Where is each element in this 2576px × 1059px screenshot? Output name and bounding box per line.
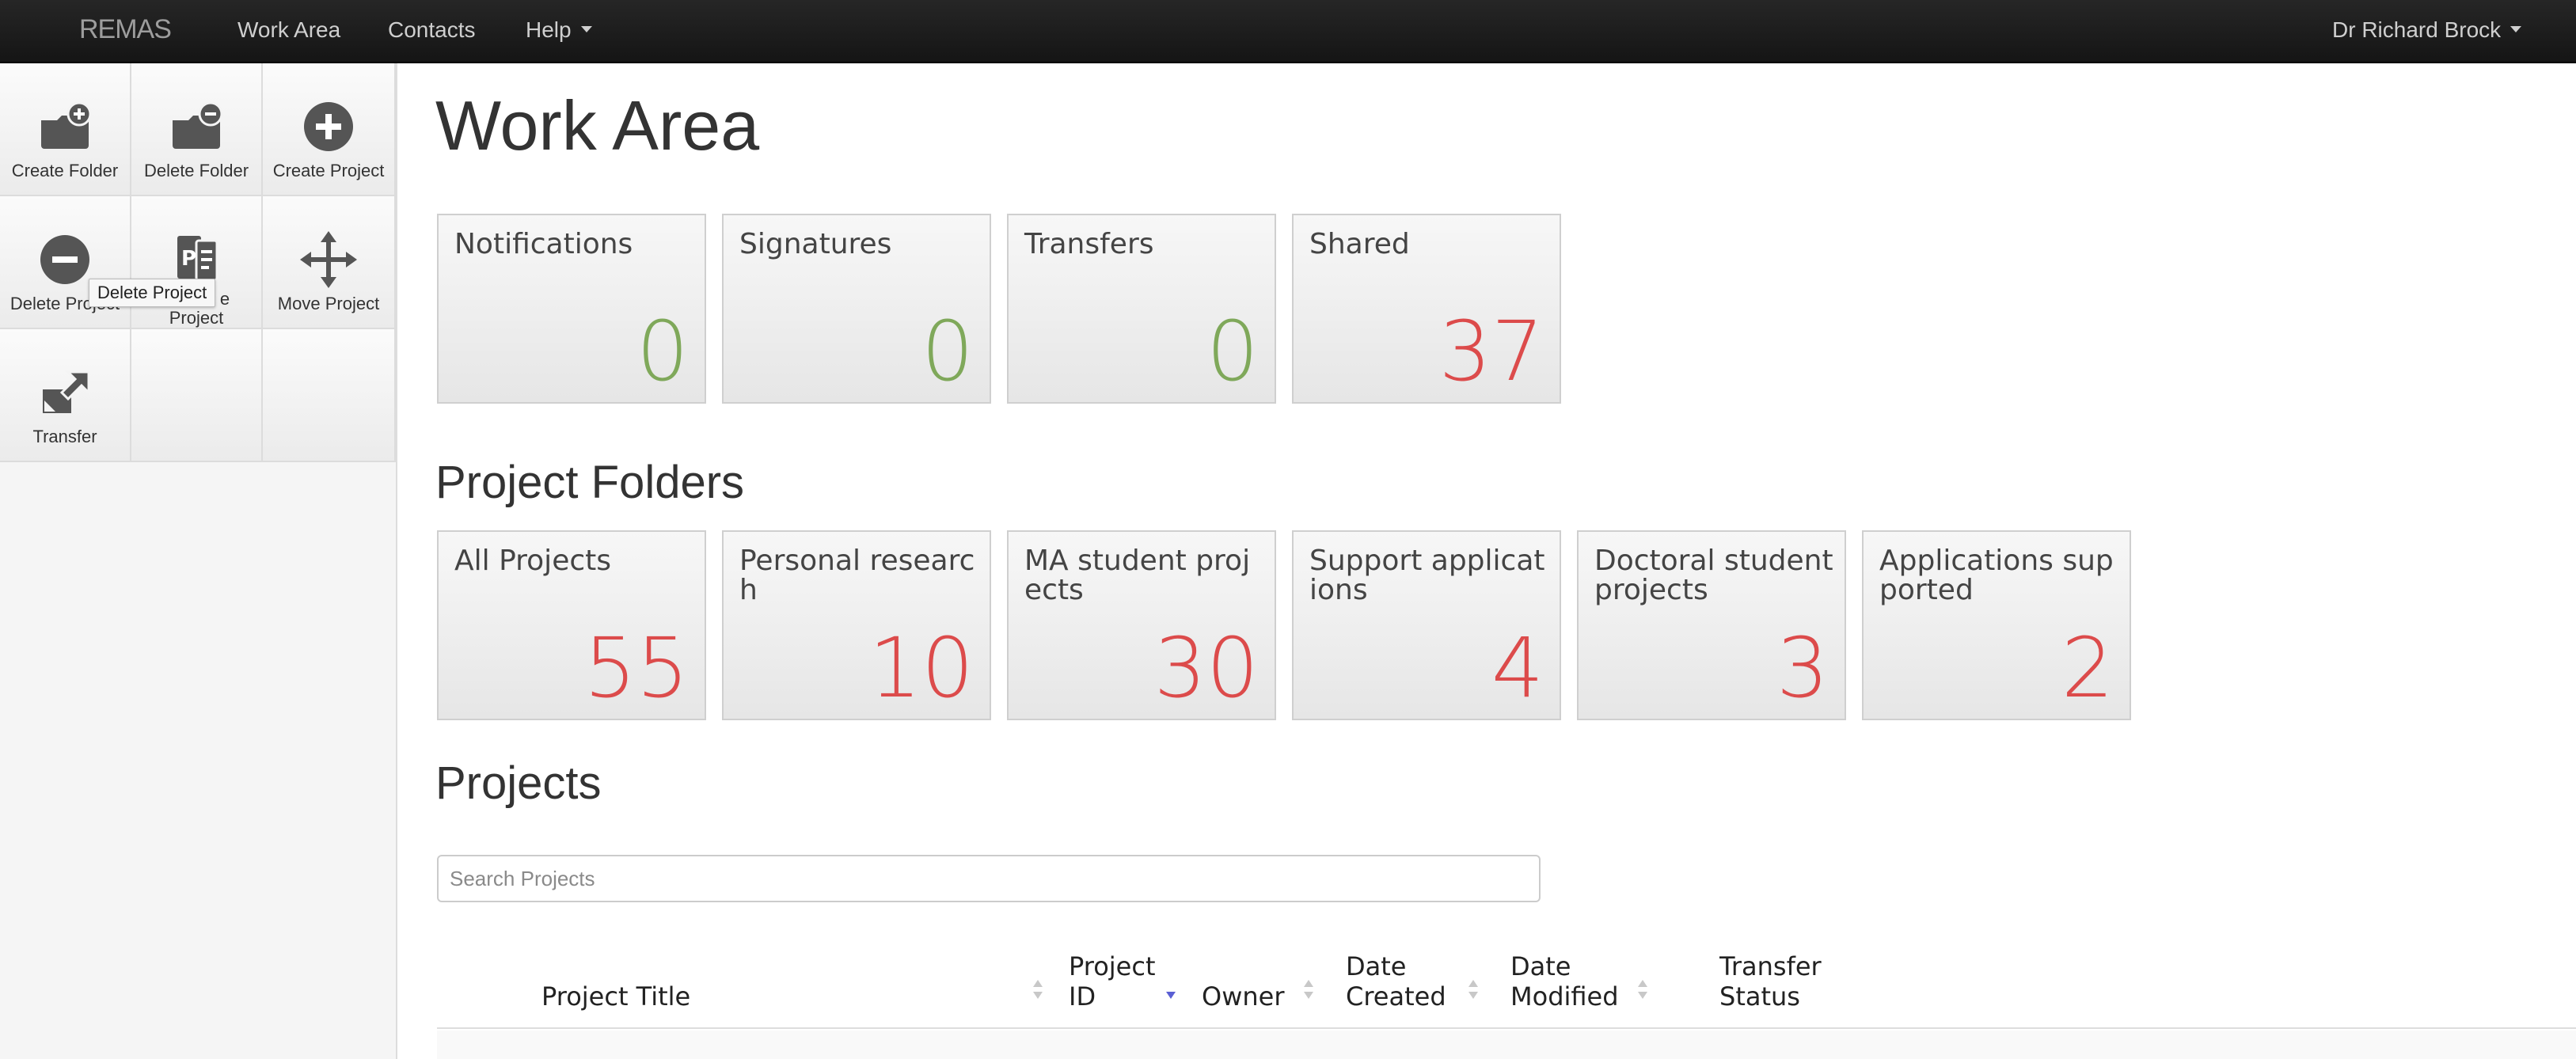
transfer-label: Transfer: [32, 427, 97, 446]
move-arrows-icon: [300, 231, 357, 288]
folder-tile-all-projects[interactable]: All Projects 55: [437, 530, 706, 720]
tile-label: Personal research: [739, 545, 975, 606]
create-project-label: Create Project: [272, 161, 385, 180]
svg-text:P: P: [181, 247, 196, 271]
folder-tile-doctoral-student-projects[interactable]: Doctoral student projects 3: [1577, 530, 1846, 720]
folder-tile-applications-supported[interactable]: Applications supported 2: [1862, 530, 2131, 720]
tile-label: Shared: [1309, 228, 1410, 260]
move-project-button[interactable]: Move Project: [263, 196, 396, 329]
nav-work-area[interactable]: Work Area: [237, 17, 340, 43]
nav-contacts[interactable]: Contacts: [388, 17, 476, 43]
tile-count: 37: [1438, 303, 1544, 400]
tile-label: Applications supported: [1879, 545, 2114, 606]
tile-label: MA student projects: [1024, 545, 1251, 606]
tile-label: Transfers: [1024, 228, 1154, 260]
nav-help-label: Help: [526, 17, 572, 42]
tile-count: 0: [921, 303, 974, 400]
empty-tool-slot: [263, 329, 396, 462]
empty-tool-slot: [131, 329, 263, 462]
tile-count: 30: [1153, 620, 1259, 716]
column-owner[interactable]: Owner: [1202, 981, 1284, 1012]
tile-count: 4: [1491, 620, 1544, 716]
column-date-created[interactable]: Date Created: [1346, 951, 1457, 1012]
nav-help[interactable]: Help: [526, 17, 592, 43]
minus-circle-icon: [36, 231, 93, 288]
create-folder-label: Create Folder: [11, 161, 119, 180]
column-project-title[interactable]: Project Title: [541, 981, 690, 1012]
tile-label: Support applications: [1309, 545, 1545, 606]
transfers-tile[interactable]: Transfers 0: [1007, 214, 1276, 404]
table-row[interactable]: [437, 1031, 2576, 1059]
chevron-down-icon: [2510, 25, 2522, 32]
notifications-tile[interactable]: Notifications 0: [437, 214, 706, 404]
shared-tile[interactable]: Shared 37: [1292, 214, 1561, 404]
transfer-arrows-icon: [36, 364, 93, 421]
folder-tile-support-applications[interactable]: Support applications 4: [1292, 530, 1561, 720]
page-title: Work Area: [435, 86, 760, 165]
sort-icon[interactable]: [1637, 978, 1648, 1000]
create-folder-button[interactable]: Create Folder: [0, 63, 131, 196]
tile-count: 2: [2061, 620, 2114, 716]
folder-plus-icon: [36, 98, 93, 155]
folder-minus-icon: [168, 98, 225, 155]
transfer-button[interactable]: Transfer: [0, 329, 131, 462]
tile-label: Signatures: [739, 228, 892, 260]
plus-circle-icon: [300, 98, 357, 155]
sort-icon[interactable]: [1468, 978, 1479, 1000]
duplicate-project-label-line2: Project: [169, 308, 224, 328]
search-projects-input[interactable]: [437, 855, 1541, 902]
project-folders-heading: Project Folders: [435, 457, 745, 508]
tile-count: 55: [583, 620, 689, 716]
delete-project-tooltip: Delete Project: [89, 279, 216, 307]
top-navbar: REMAS Work Area Contacts Help Dr Richard…: [0, 0, 2576, 63]
user-name: Dr Richard Brock: [2332, 17, 2502, 42]
folder-tile-personal-research[interactable]: Personal research 10: [722, 530, 991, 720]
tile-label: All Projects: [454, 545, 611, 577]
tile-label: Doctoral student projects: [1594, 545, 1833, 606]
tile-count: 0: [1206, 303, 1259, 400]
move-project-label: Move Project: [277, 294, 380, 313]
duplicate-project-button[interactable]: P e Project: [131, 196, 263, 329]
projects-heading: Projects: [435, 757, 602, 809]
column-project-id[interactable]: Project ID: [1069, 951, 1180, 1012]
delete-folder-label: Delete Folder: [143, 161, 249, 180]
user-menu[interactable]: Dr Richard Brock: [2332, 17, 2522, 43]
column-date-modified[interactable]: Date Modified: [1510, 951, 1637, 1012]
tool-grid: Create Folder Delete Folder Create Proje…: [0, 63, 396, 462]
tool-sidebar: Create Folder Delete Folder Create Proje…: [0, 63, 397, 1059]
tile-count: 0: [636, 303, 689, 400]
folder-tile-ma-student-projects[interactable]: MA student projects 30: [1007, 530, 1276, 720]
projects-table-header: Project Title Project ID Owner Date Crea…: [437, 934, 2576, 1029]
remas-work-area: REMAS Work Area Contacts Help Dr Richard…: [0, 0, 2576, 1059]
brand-logo[interactable]: REMAS: [79, 14, 172, 45]
tile-label: Notifications: [454, 228, 633, 260]
sort-icon[interactable]: [1303, 978, 1314, 1000]
sort-icon[interactable]: [1032, 978, 1043, 1000]
tile-count: 3: [1776, 620, 1829, 716]
delete-folder-button[interactable]: Delete Folder: [131, 63, 263, 196]
chevron-down-icon: [580, 25, 592, 32]
sort-descending-icon[interactable]: [1165, 978, 1176, 1000]
signatures-tile[interactable]: Signatures 0: [722, 214, 991, 404]
column-transfer-status[interactable]: Transfer Status: [1719, 951, 1822, 1012]
delete-project-button[interactable]: Delete Project: [0, 196, 131, 329]
tile-count: 10: [868, 620, 974, 716]
create-project-button[interactable]: Create Project: [263, 63, 396, 196]
